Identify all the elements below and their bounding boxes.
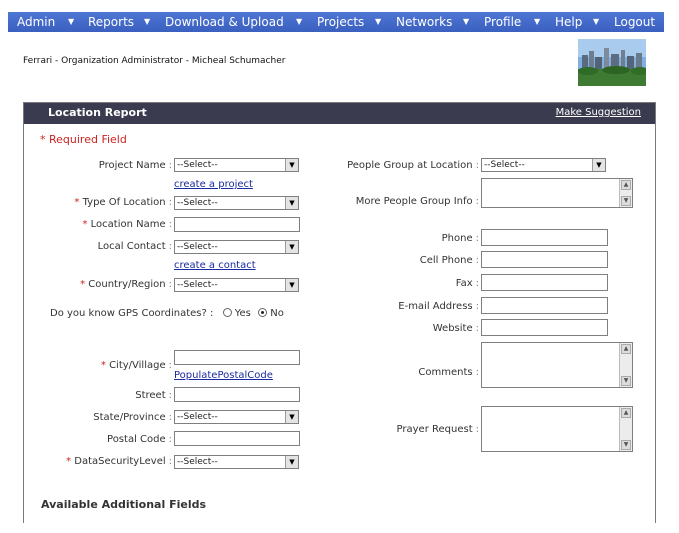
user-line: Ferrari - Organization Administrator - M…: [23, 56, 286, 66]
postal-code-label: Postal Code:: [107, 434, 172, 445]
data-security-level-label: * DataSecurityLevel:: [66, 456, 172, 467]
nav-download-upload[interactable]: Download & Upload: [165, 12, 284, 32]
city-village-input[interactable]: [174, 350, 300, 365]
location-report-panel: Location Report Make Suggestion * Requir…: [23, 102, 656, 523]
type-of-location-label: * Type Of Location:: [74, 197, 172, 208]
dropdown-arrow-icon: ▼: [285, 159, 298, 171]
comments-textarea[interactable]: ▲ ▼: [481, 342, 633, 388]
scrollbar[interactable]: ▲ ▼: [619, 407, 632, 451]
chevron-down-icon[interactable]: ▼: [296, 12, 302, 32]
scrollbar[interactable]: ▲ ▼: [619, 179, 632, 207]
panel-header: Location Report Make Suggestion: [24, 103, 655, 124]
dropdown-arrow-icon: ▼: [285, 197, 298, 209]
top-nav: Admin ▼ Reports ▼ Download & Upload ▼ Pr…: [8, 12, 664, 32]
gps-yes-label: Yes: [234, 308, 251, 319]
make-suggestion-link[interactable]: Make Suggestion: [556, 107, 641, 118]
chevron-down-icon[interactable]: ▼: [534, 12, 540, 32]
populate-postal-code-link[interactable]: PopulatePostalCode: [174, 370, 273, 381]
fax-input[interactable]: [481, 274, 608, 291]
postal-code-input[interactable]: [174, 431, 300, 446]
scroll-up-icon[interactable]: ▲: [621, 408, 631, 418]
people-group-label: People Group at Location:: [347, 160, 479, 171]
state-province-label: State/Province:: [93, 412, 172, 423]
phone-input[interactable]: [481, 229, 608, 246]
gps-no-radio[interactable]: [258, 308, 268, 317]
scroll-up-icon[interactable]: ▲: [621, 344, 631, 354]
create-project-link[interactable]: create a project: [174, 179, 253, 190]
gps-yes-radio[interactable]: [222, 308, 232, 317]
state-province-select[interactable]: --Select-- ▼: [174, 410, 299, 424]
phone-label: Phone:: [441, 233, 479, 244]
panel-title: Location Report: [48, 106, 147, 119]
local-contact-label: Local Contact:: [97, 241, 172, 252]
chevron-down-icon[interactable]: ▼: [593, 12, 599, 32]
nav-help[interactable]: Help: [555, 12, 582, 32]
scroll-down-icon[interactable]: ▼: [621, 196, 631, 206]
email-input[interactable]: [481, 297, 608, 314]
city-skyline-image: [578, 39, 646, 86]
nav-reports[interactable]: Reports: [88, 12, 134, 32]
location-name-label: * Location Name:: [82, 219, 172, 230]
required-field-note: * Required Field: [40, 133, 127, 146]
dropdown-arrow-icon: ▼: [592, 159, 605, 171]
dropdown-arrow-icon: ▼: [285, 241, 298, 253]
fax-label: Fax:: [455, 278, 479, 289]
nav-networks[interactable]: Networks: [396, 12, 452, 32]
dropdown-arrow-icon: ▼: [285, 279, 298, 291]
cell-phone-label: Cell Phone:: [419, 255, 479, 266]
dropdown-arrow-icon: ▼: [285, 411, 298, 423]
gps-no-label: No: [270, 308, 284, 319]
nav-profile[interactable]: Profile: [484, 12, 521, 32]
city-village-label: * City/Village:: [100, 360, 172, 371]
nav-projects[interactable]: Projects: [317, 12, 364, 32]
prayer-request-label: Prayer Request:: [396, 424, 479, 435]
country-region-select[interactable]: --Select-- ▼: [174, 278, 299, 292]
scroll-down-icon[interactable]: ▼: [621, 376, 631, 386]
chevron-down-icon[interactable]: ▼: [463, 12, 469, 32]
nav-logout[interactable]: Logout: [614, 12, 655, 32]
type-of-location-select[interactable]: --Select-- ▼: [174, 196, 299, 210]
create-contact-link[interactable]: create a contact: [174, 260, 256, 271]
project-name-select[interactable]: --Select-- ▼: [174, 158, 299, 172]
additional-fields-heading: Available Additional Fields: [41, 498, 207, 511]
dropdown-arrow-icon: ▼: [285, 456, 298, 468]
gps-question: Do you know GPS Coordinates? : Yes No: [50, 308, 284, 319]
chevron-down-icon[interactable]: ▼: [144, 12, 150, 32]
nav-admin[interactable]: Admin: [17, 12, 55, 32]
data-security-level-select[interactable]: --Select-- ▼: [174, 455, 299, 469]
prayer-request-textarea[interactable]: ▲ ▼: [481, 406, 633, 452]
scroll-up-icon[interactable]: ▲: [621, 180, 631, 190]
website-input[interactable]: [481, 319, 608, 336]
cell-phone-input[interactable]: [481, 251, 608, 268]
people-group-select[interactable]: --Select-- ▼: [481, 158, 606, 172]
location-name-input[interactable]: [174, 217, 300, 232]
more-people-group-label: More People Group Info:: [355, 196, 479, 207]
street-label: Street:: [135, 390, 172, 401]
local-contact-select[interactable]: --Select-- ▼: [174, 240, 299, 254]
email-label: E-mail Address:: [398, 301, 479, 312]
project-name-label: Project Name:: [98, 160, 172, 171]
street-input[interactable]: [174, 387, 300, 402]
website-label: Website:: [432, 323, 479, 334]
scroll-down-icon[interactable]: ▼: [621, 440, 631, 450]
scrollbar[interactable]: ▲ ▼: [619, 343, 632, 387]
comments-label: Comments:: [418, 367, 479, 378]
chevron-down-icon[interactable]: ▼: [375, 12, 381, 32]
chevron-down-icon[interactable]: ▼: [68, 12, 74, 32]
country-region-label: * Country/Region:: [80, 279, 172, 290]
more-people-group-textarea[interactable]: ▲ ▼: [481, 178, 633, 208]
